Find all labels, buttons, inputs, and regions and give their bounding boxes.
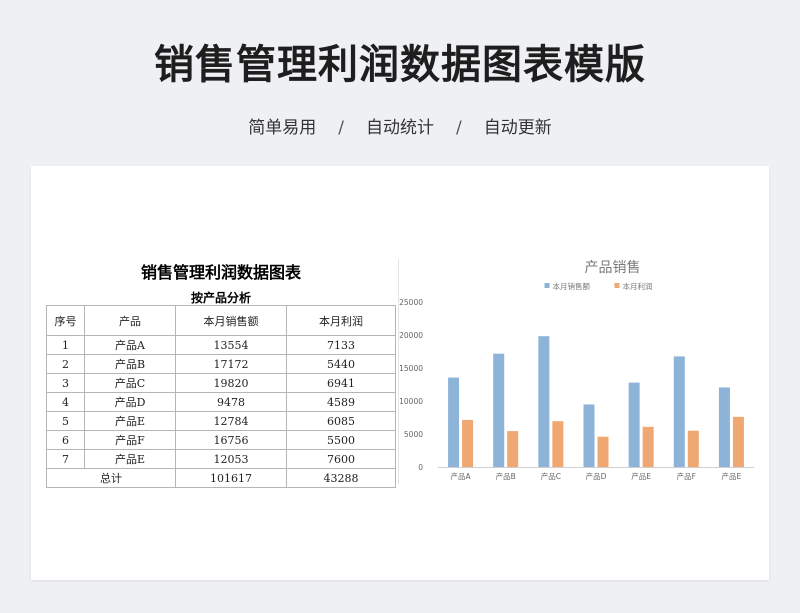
index-cell[interactable]: 1 (46, 335, 85, 355)
product-cell[interactable]: 产品E (84, 449, 176, 469)
spreadsheet-card: 销售管理利润数据图表 按产品分析 序号 产品 本月销售额 本月利润 1 产品A 13… (31, 166, 769, 580)
bar-sales (718, 387, 730, 467)
y-tick-label: 10000 (399, 397, 423, 406)
x-tick-label: 产品C (541, 471, 561, 481)
table-row: 7 产品E 12053 7600 (46, 449, 396, 469)
sales-cell[interactable]: 16756 (175, 430, 287, 450)
sales-cell[interactable]: 13554 (175, 335, 287, 355)
y-tick-label: 20000 (399, 331, 423, 340)
product-cell[interactable]: 产品D (84, 392, 176, 412)
table-body: 1 产品A 13554 7133 2 产品B 17172 5440 3 产品C 19820 6941 4… (46, 335, 396, 469)
bar-profit (687, 430, 699, 467)
sales-cell[interactable]: 12053 (175, 449, 287, 469)
profit-cell[interactable]: 5440 (286, 354, 396, 374)
total-sales-cell[interactable]: 101617 (175, 468, 287, 488)
table-header-row: 序号 产品 本月销售额 本月利润 (46, 305, 396, 336)
feature-separator: / (456, 118, 462, 138)
product-cell[interactable]: 产品F (84, 430, 176, 450)
feature-separator: / (338, 118, 344, 138)
feature-item: 自动更新 (483, 118, 552, 138)
bar-sales (583, 404, 595, 467)
table-row: 5 产品E 12784 6085 (46, 411, 396, 431)
bar-profit (462, 419, 474, 467)
x-tick-label: 产品E (631, 471, 651, 481)
table-row: 4 产品D 9478 4589 (46, 392, 396, 412)
x-tick-label: 产品F (677, 471, 696, 481)
y-tick-label: 5000 (404, 430, 423, 439)
column-header-profit[interactable]: 本月利润 (286, 305, 396, 336)
column-header-index[interactable]: 序号 (46, 305, 85, 336)
bar-profit (552, 421, 564, 467)
chart-title: 产品销售 (585, 260, 641, 276)
bar-sales (493, 353, 505, 467)
bar-sales (628, 382, 640, 467)
bar-profit (642, 426, 654, 467)
total-profit-cell[interactable]: 43288 (286, 468, 396, 488)
page-title: 销售管理利润数据图表模版 (154, 42, 646, 88)
x-tick-label: 产品E (722, 471, 742, 481)
bar-chart[interactable]: 产品销售本月销售额 本月利润 0 5000 10000 15000 20000 25000 产品… (396, 249, 769, 494)
y-tick-label: 25000 (399, 298, 423, 307)
sales-table: 序号 产品 本月销售额 本月利润 1 产品A 13554 7133 2 产品B 17172 5… (46, 305, 396, 488)
sheet-title: 销售管理利润数据图表 (140, 263, 301, 282)
bar-sales (673, 356, 685, 467)
column-header-sales[interactable]: 本月销售额 (175, 305, 287, 336)
profit-cell[interactable]: 7133 (286, 335, 396, 355)
legend-swatch (614, 283, 620, 288)
y-tick-label: 0 (418, 463, 423, 472)
sales-cell[interactable]: 12784 (175, 411, 287, 431)
x-tick-label: 产品B (496, 471, 516, 481)
table-row: 1 产品A 13554 7133 (46, 335, 396, 355)
index-cell[interactable]: 7 (46, 449, 85, 469)
profit-cell[interactable]: 4589 (286, 392, 396, 412)
index-cell[interactable]: 4 (46, 392, 85, 412)
total-label[interactable]: 总计 (46, 468, 176, 488)
x-tick-label: 产品A (451, 471, 472, 481)
table-row: 6 产品F 16756 5500 (46, 430, 396, 450)
index-cell[interactable]: 6 (46, 430, 85, 450)
feature-item: 简单易用 (248, 118, 317, 138)
bar-sales (448, 377, 460, 467)
chart-svg: 产品销售本月销售额 本月利润 0 5000 10000 15000 20000 25000 产品… (399, 260, 754, 481)
feature-tagline: 简单易用 / 自动统计 / 自动更新 (0, 113, 800, 138)
legend-label: 本月销售额 (553, 281, 591, 291)
feature-item: 自动统计 (366, 118, 434, 138)
bar-sales (538, 336, 550, 467)
bar-profit (507, 431, 519, 467)
sheet-subtitle: 按产品分析 (190, 291, 251, 305)
y-tick-label: 15000 (399, 364, 423, 373)
bar-profit (732, 416, 744, 467)
column-header-product[interactable]: 产品 (84, 305, 176, 336)
sales-cell[interactable]: 9478 (175, 392, 287, 412)
profit-cell[interactable]: 6085 (286, 411, 396, 431)
legend-label: 本月利润 (623, 281, 653, 291)
product-cell[interactable]: 产品B (84, 354, 176, 374)
profit-cell[interactable]: 7600 (286, 449, 396, 469)
index-cell[interactable]: 3 (46, 373, 85, 393)
x-tick-label: 产品D (586, 471, 607, 481)
profit-cell[interactable]: 6941 (286, 373, 396, 393)
product-cell[interactable]: 产品C (84, 373, 176, 393)
table-row: 2 产品B 17172 5440 (46, 354, 396, 374)
legend-swatch (544, 283, 550, 288)
table-total-row: 总计 101617 43288 (46, 468, 396, 488)
product-cell[interactable]: 产品A (84, 335, 176, 355)
bar-profit (597, 436, 609, 467)
sales-cell[interactable]: 17172 (175, 354, 287, 374)
index-cell[interactable]: 2 (46, 354, 85, 374)
product-cell[interactable]: 产品E (84, 411, 176, 431)
profit-cell[interactable]: 5500 (286, 430, 396, 450)
sales-cell[interactable]: 19820 (175, 373, 287, 393)
index-cell[interactable]: 5 (46, 411, 85, 431)
table-row: 3 产品C 19820 6941 (46, 373, 396, 393)
